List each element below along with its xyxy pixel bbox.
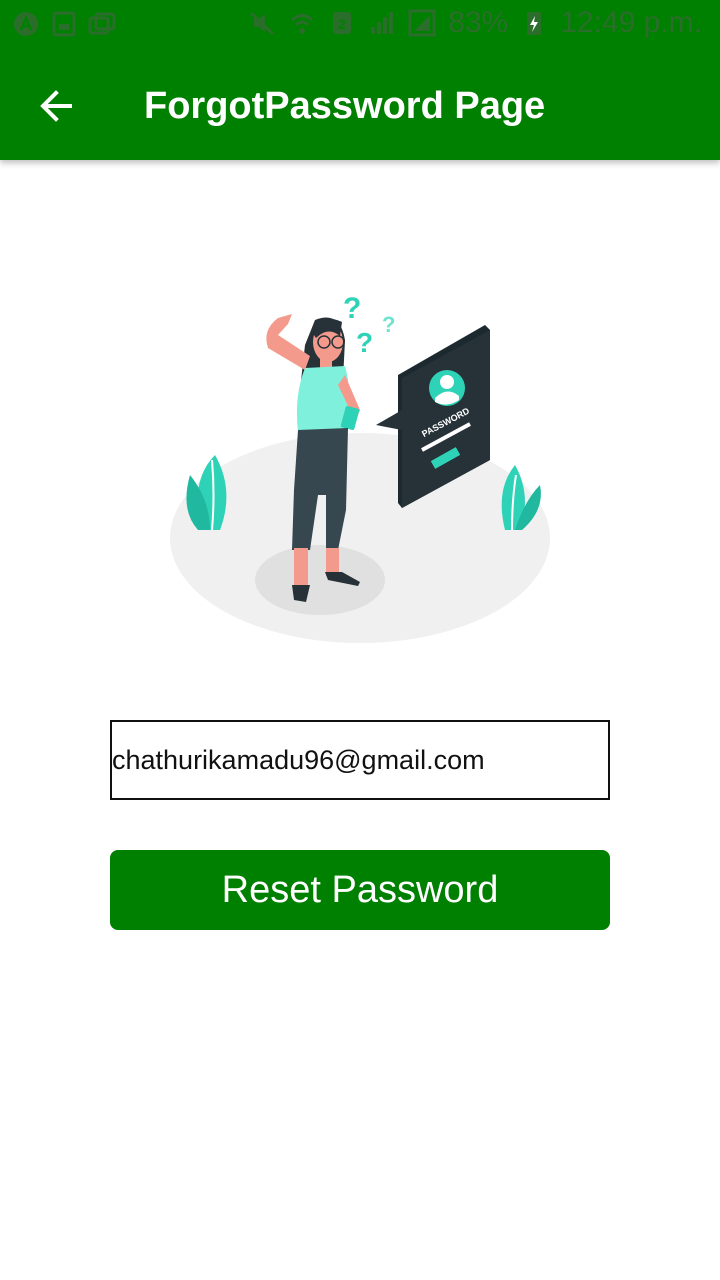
forgot-password-illustration: PASSWORD ? ? ?: [170, 292, 550, 643]
question-marks: ? ? ?: [343, 292, 395, 358]
app-notification-icon: [14, 12, 38, 36]
floor-ellipse: [170, 433, 550, 643]
image-notification-icon: [52, 11, 76, 37]
page-title: ForgotPassword Page: [144, 85, 546, 127]
wifi-icon: [291, 14, 314, 34]
signal-box-icon: [408, 9, 436, 37]
arrow-back-icon: [40, 90, 72, 122]
battery-percent: 83%: [448, 6, 509, 39]
status-left-icons: [12, 10, 116, 38]
reset-password-button[interactable]: Reset Password: [110, 850, 610, 930]
question-mark-1: ?: [343, 292, 361, 325]
sim-icon: 2: [333, 12, 352, 34]
top-bar: 2 83% 12:49 p.m. ForgotPassword Page: [0, 0, 720, 160]
status-bar: 2 83% 12:49 p.m.: [0, 0, 720, 52]
svg-text:2: 2: [338, 16, 346, 32]
clock: 12:49 p.m.: [560, 6, 702, 39]
email-field[interactable]: [110, 720, 610, 800]
mute-icon: [250, 11, 275, 36]
back-button[interactable]: [32, 82, 80, 130]
question-mark-2: ?: [356, 327, 373, 358]
left-plant-icon: [186, 455, 227, 531]
status-right-icons: 2 83% 12:49 p.m.: [248, 6, 702, 40]
shadow-ellipse: [255, 545, 385, 615]
app-bar: ForgotPassword Page: [0, 52, 720, 160]
gallery-notification-icon: [88, 12, 116, 35]
signal-icon: [371, 12, 394, 34]
question-mark-3: ?: [382, 312, 395, 337]
battery-charging-icon: [527, 12, 542, 35]
